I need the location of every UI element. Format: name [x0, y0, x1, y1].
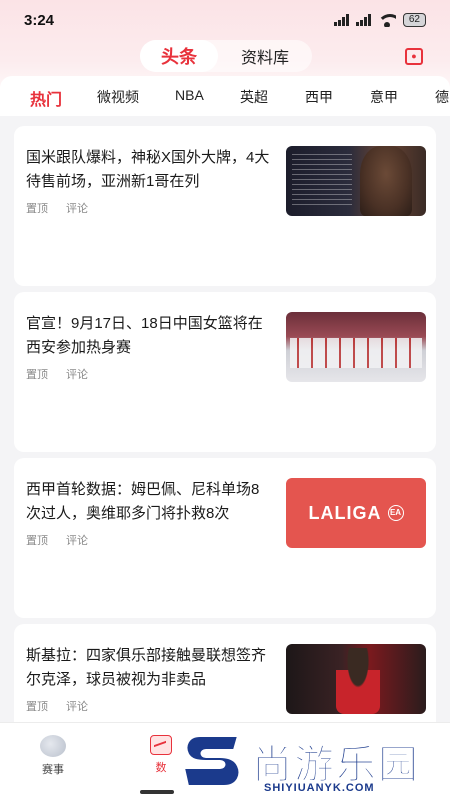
category-bundesliga[interactable]: 德	[435, 87, 449, 107]
comment-label[interactable]: 评论	[66, 532, 88, 548]
nav-matches-label: 赛事	[42, 764, 64, 776]
nav-data[interactable]: 数	[150, 735, 172, 775]
news-card[interactable]: 官宣！9月17日、18日中国女篮将在西安参加热身赛 置顶 评论	[14, 292, 436, 452]
news-meta: 置顶 评论	[26, 698, 88, 714]
news-card[interactable]: 国米跟队爆料，神秘X国外大牌，4大待售前场，亚洲新1哥在列 置顶 评论	[14, 126, 436, 286]
chart-icon	[150, 735, 172, 755]
news-thumbnail[interactable]: LALIGA EA	[286, 478, 426, 548]
category-bar: 热门 微视频 NBA 英超 西甲 意甲 德	[0, 76, 450, 116]
wifi-icon	[377, 13, 396, 27]
news-title[interactable]: 斯基拉：四家俱乐部接触曼联想签齐尔克泽，球员被视为非卖品	[26, 644, 274, 692]
battery-icon: 62	[402, 13, 426, 27]
comment-label[interactable]: 评论	[66, 200, 88, 216]
category-hot[interactable]: 热门	[30, 86, 62, 110]
news-meta: 置顶 评论	[26, 532, 88, 548]
news-title[interactable]: 官宣！9月17日、18日中国女篮将在西安参加热身赛	[26, 312, 274, 360]
news-title[interactable]: 国米跟队爆料，神秘X国外大牌，4大待售前场，亚洲新1哥在列	[26, 146, 274, 194]
profile-card-icon[interactable]: ●	[405, 48, 423, 65]
comment-label[interactable]: 评论	[66, 698, 88, 714]
home-indicator	[140, 790, 174, 794]
watermark-logo-icon	[182, 735, 241, 787]
pinned-label: 置顶	[26, 535, 48, 547]
comment-label[interactable]: 评论	[66, 366, 88, 382]
status-time: 3:24	[24, 11, 55, 29]
category-nba[interactable]: NBA	[175, 87, 204, 103]
top-tabs: 头条 资料库 ●	[0, 40, 450, 74]
news-meta: 置顶 评论	[26, 366, 88, 382]
pinned-label: 置顶	[26, 369, 48, 381]
category-micro-video[interactable]: 微视频	[97, 87, 139, 107]
pinned-label: 置顶	[26, 203, 48, 215]
news-thumbnail[interactable]	[286, 312, 426, 382]
signal-icon	[333, 14, 349, 26]
tab-database[interactable]: 资料库	[226, 40, 304, 72]
category-la-liga[interactable]: 西甲	[305, 87, 333, 107]
ball-icon	[40, 735, 66, 757]
watermark: 尚游乐园 SHIYIUANYK.COM	[180, 728, 450, 800]
nav-data-label: 数	[155, 762, 167, 774]
news-meta: 置顶 评论	[26, 200, 88, 216]
category-serie-a[interactable]: 意甲	[370, 87, 398, 107]
pinned-label: 置顶	[26, 701, 48, 713]
nav-matches[interactable]: 赛事	[40, 735, 66, 777]
news-title[interactable]: 西甲首轮数据：姆巴佩、尼科单场8次过人，奥维耶多门将扑救8次	[26, 478, 274, 526]
category-premier-league[interactable]: 英超	[240, 87, 268, 107]
laliga-logo: LALIGA	[308, 502, 382, 523]
signal-icon	[355, 14, 371, 26]
tab-headlines[interactable]: 头条	[140, 40, 218, 72]
news-thumbnail[interactable]	[286, 146, 426, 216]
news-card[interactable]: 西甲首轮数据：姆巴佩、尼科单场8次过人，奥维耶多门将扑救8次 置顶 评论 LAL…	[14, 458, 436, 618]
status-icons: 62	[333, 13, 426, 27]
news-thumbnail[interactable]	[286, 644, 426, 714]
status-bar: 3:24 62	[0, 0, 450, 40]
watermark-url: SHIYIUANYK.COM	[264, 782, 375, 794]
ea-logo-icon: EA	[387, 505, 404, 521]
